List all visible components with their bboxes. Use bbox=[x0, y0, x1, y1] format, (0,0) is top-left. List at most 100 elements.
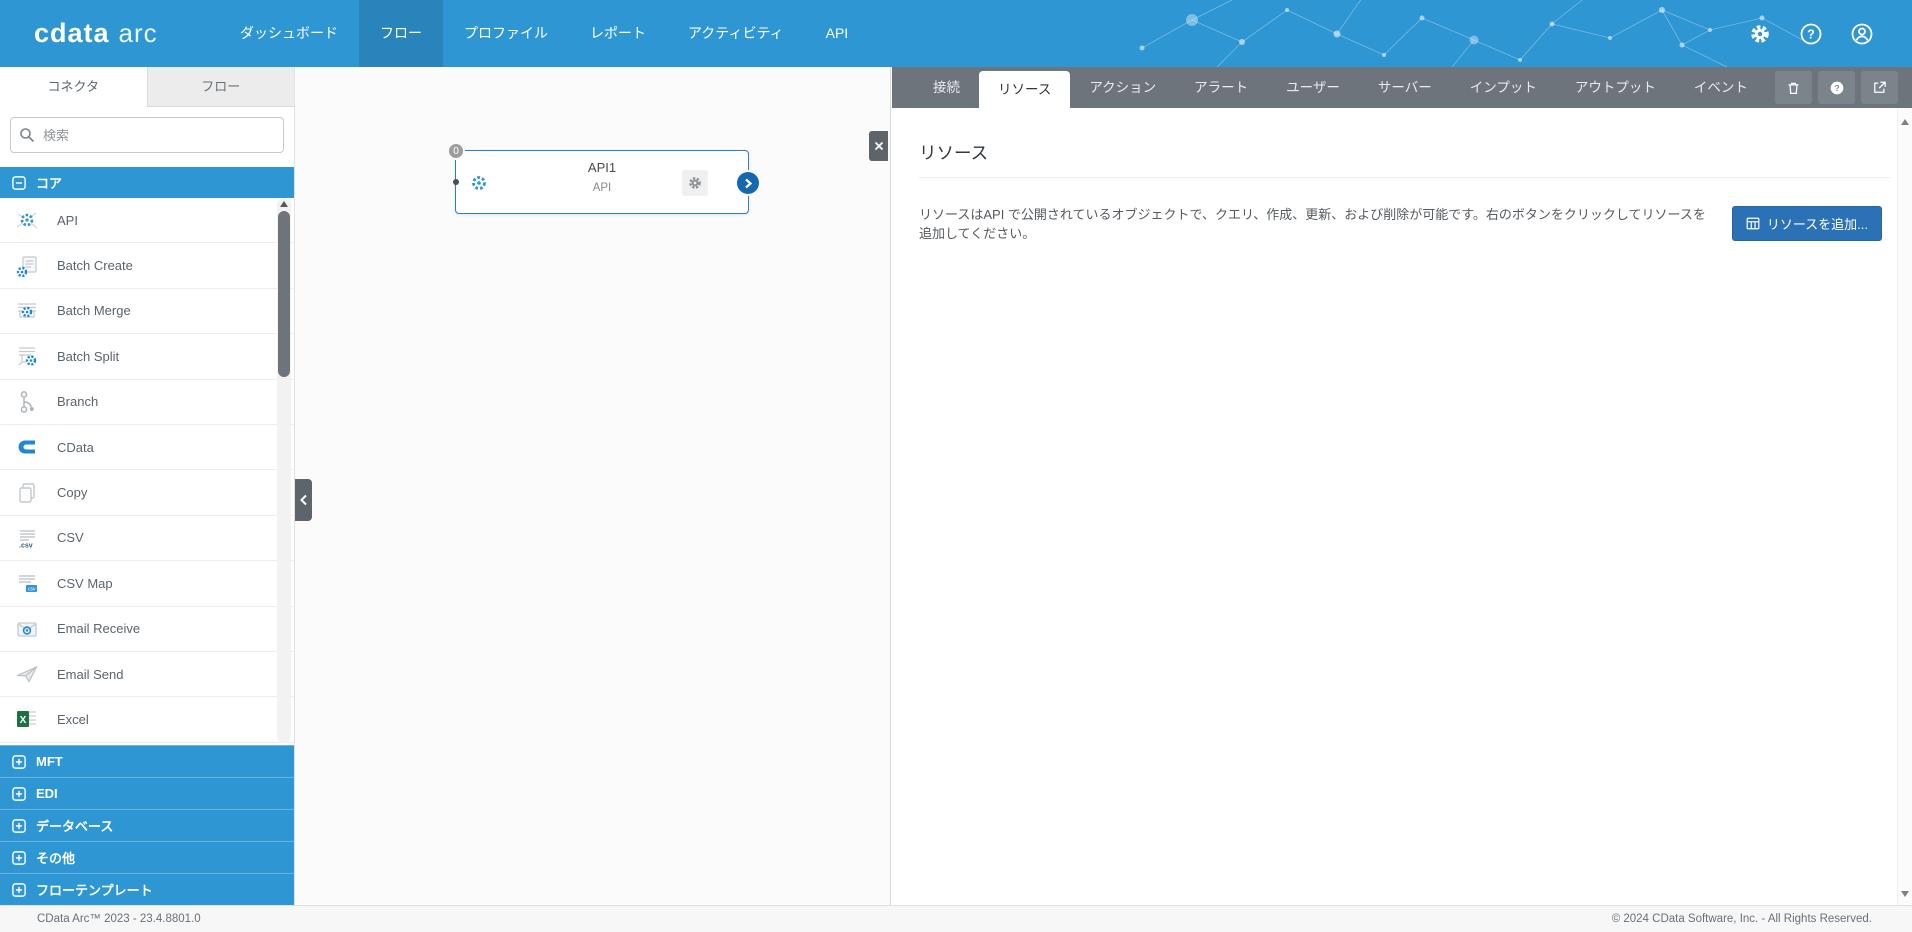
email-receive-icon bbox=[13, 615, 40, 642]
category-others[interactable]: その他 bbox=[0, 841, 294, 873]
connector-item-cdata[interactable]: CData bbox=[0, 424, 294, 471]
chevron-left-icon bbox=[299, 494, 307, 506]
trash-icon bbox=[1788, 82, 1799, 94]
section-core[interactable]: コア bbox=[0, 167, 294, 198]
scroll-up-arrow[interactable] bbox=[1901, 119, 1909, 125]
category-mft[interactable]: MFT bbox=[0, 745, 294, 777]
sidebar-scrollbar[interactable] bbox=[277, 198, 291, 743]
batch-merge-icon bbox=[13, 297, 40, 324]
excel-icon: X bbox=[13, 706, 40, 733]
user-icon[interactable] bbox=[1850, 22, 1874, 46]
connector-label: Batch Split bbox=[57, 348, 120, 364]
delete-button[interactable] bbox=[1775, 71, 1812, 104]
scroll-up-arrow[interactable] bbox=[280, 201, 288, 207]
top-navbar: cdata arc ダッシュボード フロー プロファイル レポート アクティビテ… bbox=[0, 0, 1912, 67]
resources-intro-row: リソースはAPI で公開されているオブジェクトで、クエリ、作成、更新、および削除… bbox=[919, 204, 1882, 242]
scroll-down-arrow[interactable] bbox=[1901, 891, 1909, 897]
panel-tab-actions[interactable]: アクション bbox=[1070, 67, 1175, 108]
connector-item-csv-map[interactable]: csv CSV Map bbox=[0, 561, 294, 607]
help-icon: ? bbox=[1830, 81, 1843, 94]
footer-version: CData Arc™ 2023 - 23.4.8801.0 bbox=[37, 913, 201, 925]
nav-item-profile[interactable]: プロファイル bbox=[443, 0, 569, 67]
panel-scrollbar[interactable] bbox=[1897, 108, 1912, 905]
cdata-icon bbox=[13, 434, 40, 461]
category-label: MFT bbox=[36, 754, 63, 769]
node-settings-button[interactable] bbox=[682, 170, 708, 196]
category-flow-templates[interactable]: フローテンプレート bbox=[0, 873, 294, 905]
connector-item-batch-split[interactable]: Batch Split bbox=[0, 334, 294, 380]
panel-heading: リソース bbox=[919, 143, 989, 163]
panel-tab-resources[interactable]: リソース bbox=[979, 71, 1071, 108]
node-message-count-badge: 0 bbox=[447, 142, 465, 160]
nav-item-api[interactable]: API bbox=[805, 0, 870, 67]
nav-item-dashboard[interactable]: ダッシュボード bbox=[219, 0, 359, 67]
connector-label: CSV bbox=[57, 530, 84, 546]
panel-tab-input[interactable]: インプット bbox=[1451, 67, 1556, 108]
connector-item-csv[interactable]: .csv CSV bbox=[0, 515, 294, 562]
branch-icon bbox=[13, 388, 40, 415]
connector-item-email-receive[interactable]: Email Receive bbox=[0, 606, 294, 652]
connector-item-email-send[interactable]: Email Send bbox=[0, 651, 294, 698]
table-add-icon bbox=[1746, 217, 1760, 229]
batch-create-icon bbox=[13, 252, 40, 279]
gear-icon[interactable] bbox=[1748, 22, 1772, 46]
connector-label: Email Receive bbox=[57, 621, 141, 637]
search-icon bbox=[20, 128, 35, 143]
category-label: EDI bbox=[36, 786, 58, 801]
close-icon bbox=[874, 141, 883, 151]
expand-section-icon bbox=[12, 786, 26, 801]
panel-tab-server[interactable]: サーバー bbox=[1359, 67, 1451, 108]
api-icon bbox=[13, 207, 40, 234]
sidebar-collapse-handle[interactable] bbox=[295, 479, 312, 521]
nav-item-flow[interactable]: フロー bbox=[359, 0, 443, 67]
connector-label: CData bbox=[57, 439, 94, 455]
nav-item-activity[interactable]: アクティビティ bbox=[667, 0, 805, 67]
panel-tab-events[interactable]: イベント bbox=[1675, 67, 1767, 108]
search-input[interactable] bbox=[10, 117, 284, 153]
category-edi[interactable]: EDI bbox=[0, 777, 294, 809]
flow-canvas[interactable]: 0 API1 API bbox=[295, 67, 891, 905]
batch-split-icon bbox=[13, 343, 40, 370]
open-external-button[interactable] bbox=[1861, 71, 1898, 104]
connector-item-excel[interactable]: X Excel bbox=[0, 697, 294, 743]
panel-tab-connection[interactable]: 接続 bbox=[914, 67, 979, 108]
panel-tab-output[interactable]: アウトプット bbox=[1556, 67, 1675, 108]
flow-node-api1[interactable]: 0 API1 API bbox=[447, 142, 759, 214]
help-button[interactable]: ? bbox=[1818, 71, 1855, 104]
connector-label: API bbox=[57, 212, 78, 228]
help-icon[interactable]: ? bbox=[1799, 22, 1823, 46]
main-menu: ダッシュボード フロー プロファイル レポート アクティビティ API bbox=[219, 0, 869, 67]
connector-label: Email Send bbox=[57, 666, 124, 682]
navbar-icon-group: ? bbox=[1748, 0, 1874, 67]
add-resource-button[interactable]: リソースを追加... bbox=[1731, 205, 1882, 241]
connector-item-branch[interactable]: Branch bbox=[0, 379, 294, 425]
expand-section-icon bbox=[12, 850, 26, 865]
network-pattern-decoration bbox=[1139, 0, 1811, 67]
connector-label: Copy bbox=[57, 485, 88, 501]
scrollbar-thumb[interactable] bbox=[278, 211, 290, 377]
node-input-port[interactable] bbox=[453, 179, 459, 185]
category-label: データベース bbox=[36, 819, 114, 834]
connector-item-batch-merge[interactable]: Batch Merge bbox=[0, 288, 294, 335]
nav-item-report[interactable]: レポート bbox=[569, 0, 667, 67]
footer: CData Arc™ 2023 - 23.4.8801.0 © 2024 CDa… bbox=[0, 905, 1912, 932]
panel-tab-users[interactable]: ユーザー bbox=[1267, 67, 1359, 108]
logo-primary: cdata bbox=[34, 18, 110, 48]
connector-item-copy[interactable]: Copy bbox=[0, 470, 294, 516]
cdata-arc-logo[interactable]: cdata arc bbox=[34, 0, 158, 67]
panel-tab-alerts[interactable]: アラート bbox=[1175, 67, 1267, 108]
connector-label: Batch Merge bbox=[57, 303, 131, 319]
node-open-button[interactable] bbox=[737, 172, 759, 194]
panel-close-button[interactable] bbox=[869, 131, 888, 161]
connector-item-batch-create[interactable]: Batch Create bbox=[0, 243, 294, 289]
connector-item-api[interactable]: API bbox=[0, 198, 294, 244]
tab-flows[interactable]: フロー bbox=[146, 67, 294, 107]
divider bbox=[919, 177, 1890, 178]
connector-label: Batch Create bbox=[57, 258, 133, 274]
footer-copyright: © 2024 CData Software, Inc. - All Rights… bbox=[1611, 913, 1872, 925]
add-resource-label: リソースを追加... bbox=[1766, 216, 1868, 232]
resources-description: リソースはAPI で公開されているオブジェクトで、クエリ、作成、更新、および削除… bbox=[919, 207, 1706, 241]
tab-connectors[interactable]: コネクタ bbox=[0, 67, 147, 107]
copy-icon bbox=[13, 479, 40, 506]
category-database[interactable]: データベース bbox=[0, 809, 294, 841]
